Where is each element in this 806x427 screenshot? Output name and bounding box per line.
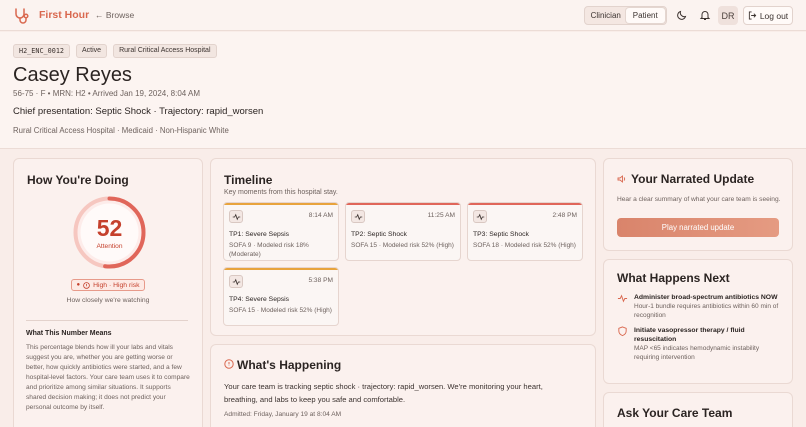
browse-link[interactable]: ← Browse bbox=[95, 10, 134, 20]
event-time: 5:38 PM bbox=[308, 277, 333, 284]
how-doing-title: How You're Doing bbox=[27, 173, 129, 187]
admitted-text: Admitted: Friday, January 19 at 8:04 AM bbox=[224, 411, 342, 418]
next-item-title: Initiate vasopressor therapy / fluid res… bbox=[634, 327, 745, 343]
event-time: 2:48 PM bbox=[552, 212, 577, 219]
event-title: TP2: Septic Shock bbox=[351, 231, 407, 238]
play-narrated-update-button[interactable]: Play narrated update bbox=[617, 218, 779, 237]
top-bar: First Hour ← Browse Clinician Patient DR… bbox=[0, 0, 806, 31]
patient-name: Casey Reyes bbox=[13, 64, 132, 86]
event-color-bar bbox=[224, 203, 338, 205]
ask-card: Ask Your Care Team bbox=[603, 392, 793, 427]
timeline-event-card[interactable]: 11:25 AM TP2: Septic Shock SOFA 15 · Model… bbox=[345, 202, 461, 261]
avatar[interactable]: DR bbox=[718, 6, 738, 25]
alert-circle-icon bbox=[83, 281, 90, 289]
score-label: Attention bbox=[96, 243, 123, 250]
next-item: Administer broad-spectrum antibiotics NO… bbox=[617, 293, 787, 323]
next-item-detail: Hour-1 bundle requires antibiotics withi… bbox=[634, 303, 779, 319]
next-title: What Happens Next bbox=[617, 271, 730, 285]
narrated-card: Your Narrated Update Hear a clear summar… bbox=[603, 158, 793, 251]
attention-gauge: 52 Attention bbox=[72, 195, 147, 270]
patient-meta: 56-75 · F • MRN: H2 • Arrived Jan 19, 20… bbox=[13, 89, 201, 98]
patient-toggle-button[interactable]: Patient bbox=[625, 8, 665, 23]
event-detail: SOFA 15 · Modeled risk 52% (High) bbox=[229, 307, 332, 314]
meaning-text: This percentage blends how ill your labs… bbox=[26, 344, 190, 411]
next-item: Initiate vasopressor therapy / fluid res… bbox=[617, 326, 787, 362]
score-value: 52 bbox=[96, 215, 123, 241]
ask-title: Ask Your Care Team bbox=[617, 406, 733, 420]
patient-header: H2_ENC_0012 Active Rural Critical Access… bbox=[0, 32, 806, 149]
logout-icon bbox=[748, 11, 757, 20]
timeline-subtitle: Key moments from this hospital stay. bbox=[224, 189, 338, 196]
shield-icon bbox=[618, 326, 627, 337]
stethoscope-icon[interactable] bbox=[12, 7, 30, 25]
event-detail: SOFA 9 · Modeled risk 18% (Moderate) bbox=[229, 242, 309, 258]
event-detail: SOFA 15 · Modeled risk 52% (High) bbox=[351, 242, 454, 249]
event-title: TP1: Severe Sepsis bbox=[229, 231, 290, 238]
speaker-icon bbox=[617, 175, 626, 183]
timeline-event-card[interactable]: 5:38 PM TP4: Severe Sepsis SOFA 15 · Model… bbox=[223, 267, 339, 326]
event-time: 11:25 AM bbox=[427, 212, 455, 219]
activity-icon bbox=[229, 275, 243, 288]
happening-body: Your care team is tracking septic shock … bbox=[224, 382, 543, 404]
demographics: Rural Critical Access Hospital · Medicai… bbox=[13, 126, 229, 135]
status-badge: Active bbox=[76, 44, 108, 58]
divider bbox=[26, 320, 188, 321]
meaning-title: What This Number Means bbox=[26, 330, 112, 337]
happening-title: What's Happening bbox=[237, 358, 342, 372]
info-circle-icon bbox=[224, 359, 234, 369]
event-color-bar bbox=[224, 268, 338, 270]
narrated-title: Your Narrated Update bbox=[631, 172, 755, 186]
timeline-event-card[interactable]: 8:14 AM TP1: Severe Sepsis SOFA 9 · Modele… bbox=[223, 202, 339, 261]
risk-badge-label: High · High risk bbox=[93, 281, 140, 289]
risk-badge: ● High · High risk bbox=[71, 279, 145, 291]
activity-icon bbox=[351, 210, 365, 223]
encounter-id-chip: H2_ENC_0012 bbox=[13, 44, 71, 58]
chief-presentation: Chief presentation: Septic Shock · Traje… bbox=[13, 106, 264, 117]
moon-icon[interactable] bbox=[676, 9, 688, 21]
brand-name[interactable]: First Hour bbox=[39, 9, 89, 21]
bell-icon[interactable] bbox=[699, 9, 711, 21]
event-title: TP4: Severe Sepsis bbox=[229, 296, 290, 303]
event-color-bar bbox=[468, 203, 582, 205]
activity-icon bbox=[617, 294, 628, 303]
timeline-event-card[interactable]: 2:48 PM TP3: Septic Shock SOFA 18 · Modele… bbox=[467, 202, 583, 261]
event-color-bar bbox=[346, 203, 460, 205]
logout-label: Log out bbox=[759, 10, 789, 21]
event-title: TP3: Septic Shock bbox=[473, 231, 529, 238]
next-item-title: Administer broad-spectrum antibiotics NO… bbox=[634, 294, 778, 301]
next-item-detail: MAP <65 indicates hemodynamic instabilit… bbox=[634, 345, 760, 361]
event-time: 8:14 AM bbox=[308, 212, 333, 219]
clinician-toggle-button[interactable]: Clinician bbox=[586, 8, 626, 23]
logout-button[interactable]: Log out bbox=[743, 6, 793, 25]
narrated-body: Hear a clear summary of what your care t… bbox=[617, 196, 781, 203]
activity-icon bbox=[229, 210, 243, 223]
watching-text: How closely we're watching bbox=[66, 297, 150, 304]
event-detail: SOFA 18 · Modeled risk 52% (High) bbox=[473, 242, 576, 249]
activity-icon bbox=[473, 210, 487, 223]
view-toggle: Clinician Patient bbox=[584, 6, 667, 25]
timeline-title: Timeline bbox=[224, 173, 273, 187]
happening-card: What's Happening Your care team is track… bbox=[210, 344, 596, 427]
dot-icon: ● bbox=[76, 282, 81, 288]
facility-chip: Rural Critical Access Hospital bbox=[113, 44, 217, 58]
